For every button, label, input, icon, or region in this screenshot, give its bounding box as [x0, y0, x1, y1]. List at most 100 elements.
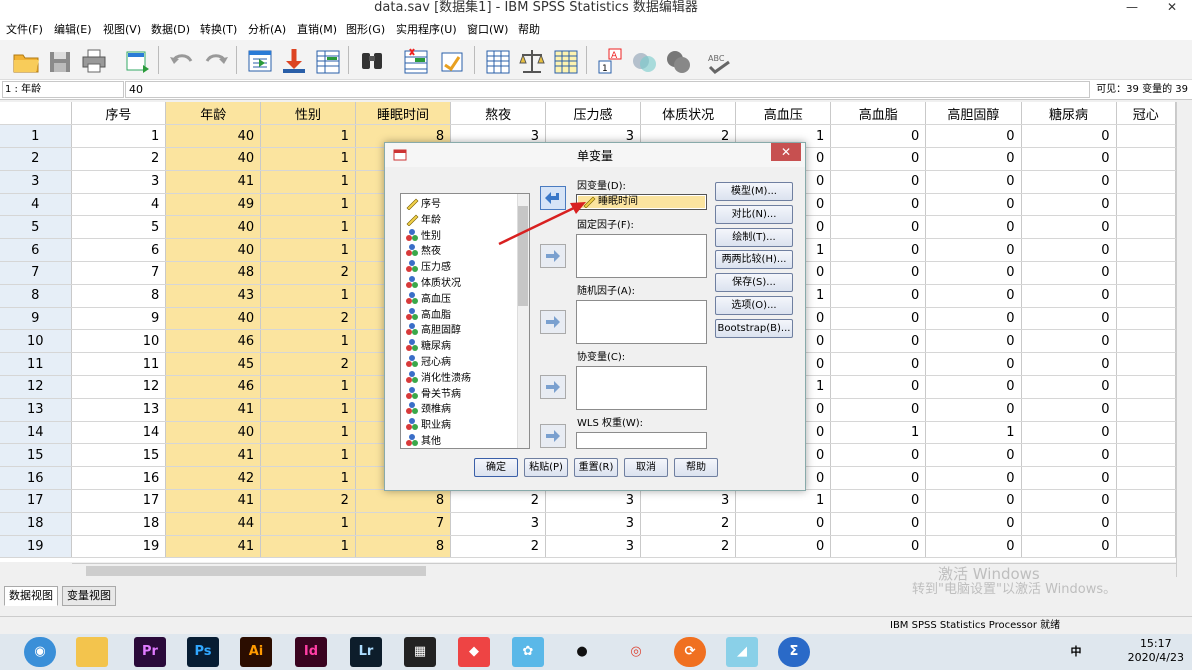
- data-cell[interactable]: 0: [830, 512, 927, 536]
- goto-variable-icon[interactable]: [278, 44, 308, 76]
- video-editor-icon[interactable]: ▦: [404, 637, 436, 667]
- menu-edit[interactable]: 编辑(E): [54, 23, 92, 37]
- row-number[interactable]: 10: [0, 329, 72, 354]
- data-cell[interactable]: 15: [71, 443, 167, 468]
- column-header[interactable]: 冠心: [1116, 102, 1176, 126]
- data-cell[interactable]: 3: [545, 512, 641, 536]
- random-factor-list[interactable]: [576, 300, 707, 344]
- clock[interactable]: 15:17 2020/4/23: [1128, 637, 1184, 665]
- data-cell[interactable]: 1: [260, 329, 356, 354]
- app-icon[interactable]: ⟳: [674, 637, 706, 667]
- menu-graphs[interactable]: 图形(G): [346, 23, 385, 37]
- row-number[interactable]: 9: [0, 307, 72, 331]
- data-cell[interactable]: 1: [260, 193, 356, 217]
- data-cell[interactable]: [1116, 352, 1176, 377]
- data-cell[interactable]: 0: [830, 124, 927, 149]
- data-cell[interactable]: 0: [830, 193, 927, 217]
- data-cell[interactable]: 0: [1021, 193, 1117, 217]
- row-number[interactable]: 1: [0, 124, 72, 149]
- premiere-icon[interactable]: Pr: [134, 637, 166, 667]
- fixed-factor-list[interactable]: [576, 234, 707, 278]
- row-number[interactable]: 14: [0, 421, 72, 445]
- recall-dialog-icon[interactable]: [122, 44, 152, 76]
- row-number[interactable]: 4: [0, 193, 72, 217]
- data-cell[interactable]: 16: [71, 466, 167, 491]
- close-icon[interactable]: ✕: [771, 143, 801, 161]
- variable-list-item[interactable]: 骨关节病: [405, 386, 461, 402]
- data-cell[interactable]: 1: [71, 124, 167, 149]
- data-cell[interactable]: [1116, 375, 1176, 399]
- data-cell[interactable]: 0: [1021, 307, 1117, 331]
- data-cell[interactable]: [1116, 421, 1176, 445]
- photoshop-icon[interactable]: Ps: [187, 637, 219, 667]
- data-cell[interactable]: 2: [260, 307, 356, 331]
- tab-data-view[interactable]: 数据视图: [4, 586, 58, 606]
- move-to-random-factor-button[interactable]: [540, 310, 566, 334]
- data-cell[interactable]: 40: [165, 147, 262, 171]
- data-cell[interactable]: 1: [260, 147, 356, 171]
- data-cell[interactable]: 0: [735, 512, 832, 536]
- data-cell[interactable]: 0: [925, 329, 1022, 354]
- variable-list-item[interactable]: 颈椎病: [405, 401, 451, 417]
- data-cell[interactable]: 0: [1021, 147, 1117, 171]
- data-cell[interactable]: 2: [260, 261, 356, 285]
- data-cell[interactable]: 0: [830, 489, 927, 513]
- data-cell[interactable]: [1116, 284, 1176, 308]
- data-cell[interactable]: 1: [260, 375, 356, 399]
- spell-check-icon[interactable]: ABC: [704, 44, 734, 76]
- column-header[interactable]: 睡眠时间: [355, 102, 452, 126]
- data-cell[interactable]: 0: [830, 284, 927, 308]
- data-cell[interactable]: 1: [260, 215, 356, 240]
- column-header[interactable]: 序号: [71, 102, 167, 126]
- data-cell[interactable]: 43: [165, 284, 262, 308]
- data-cell[interactable]: 0: [925, 398, 1022, 422]
- menu-data[interactable]: 数据(D): [151, 23, 190, 37]
- data-cell[interactable]: 0: [1021, 375, 1117, 399]
- data-cell[interactable]: 44: [165, 512, 262, 536]
- row-number[interactable]: 13: [0, 398, 72, 422]
- data-cell[interactable]: 0: [925, 489, 1022, 513]
- data-cell[interactable]: 46: [165, 329, 262, 354]
- data-cell[interactable]: [1116, 261, 1176, 285]
- data-cell[interactable]: 0: [1021, 215, 1117, 240]
- data-cell[interactable]: 2: [260, 489, 356, 513]
- column-header[interactable]: 体质状况: [640, 102, 737, 126]
- data-cell[interactable]: 0: [830, 466, 927, 491]
- insert-cases-icon[interactable]: [400, 44, 430, 76]
- data-cell[interactable]: 41: [165, 170, 262, 194]
- variable-list-item[interactable]: 体质状况: [405, 275, 461, 291]
- undo-icon[interactable]: [166, 44, 196, 76]
- data-cell[interactable]: [1116, 535, 1176, 559]
- cancel-button[interactable]: 取消: [624, 458, 668, 477]
- data-cell[interactable]: 0: [830, 352, 927, 377]
- column-header[interactable]: 高胆固醇: [925, 102, 1022, 126]
- ime-indicator[interactable]: 中: [1060, 637, 1092, 667]
- data-cell[interactable]: 41: [165, 535, 262, 559]
- data-cell[interactable]: 17: [71, 489, 167, 513]
- data-cell[interactable]: 0: [830, 170, 927, 194]
- data-cell[interactable]: 0: [925, 284, 1022, 308]
- data-cell[interactable]: 0: [1021, 329, 1117, 354]
- cell-value-editor[interactable]: 40: [125, 81, 1090, 98]
- variable-list-item[interactable]: 消化性溃疡: [405, 370, 471, 386]
- start-icon[interactable]: ◉: [24, 637, 56, 667]
- data-cell[interactable]: [1116, 398, 1176, 422]
- file-explorer-icon[interactable]: [76, 637, 108, 667]
- variable-list-item[interactable]: 其他: [405, 433, 441, 449]
- app-icon[interactable]: ✿: [512, 637, 544, 667]
- menu-direct-marketing[interactable]: 直销(M): [297, 23, 337, 37]
- menu-window[interactable]: 窗口(W): [467, 23, 508, 37]
- column-header[interactable]: 高血脂: [830, 102, 927, 126]
- data-cell[interactable]: 0: [1021, 170, 1117, 194]
- data-cell[interactable]: 0: [1021, 512, 1117, 536]
- data-cell[interactable]: 40: [165, 124, 262, 149]
- data-cell[interactable]: 0: [830, 215, 927, 240]
- data-cell[interactable]: 49: [165, 193, 262, 217]
- data-cell[interactable]: 1: [260, 398, 356, 422]
- data-cell[interactable]: 0: [830, 398, 927, 422]
- data-cell[interactable]: [1116, 329, 1176, 354]
- data-cell[interactable]: 0: [830, 238, 927, 263]
- data-cell[interactable]: [1116, 147, 1176, 171]
- column-header[interactable]: 年龄: [165, 102, 262, 126]
- paste-button[interactable]: 粘贴(P): [524, 458, 568, 477]
